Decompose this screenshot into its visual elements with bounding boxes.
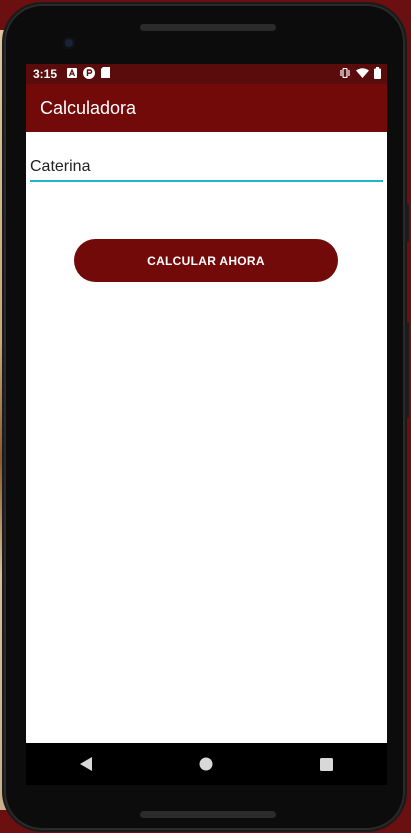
- back-icon: [80, 757, 93, 771]
- volume-button: [405, 204, 409, 242]
- nav-home-button[interactable]: [186, 744, 226, 784]
- nav-back-button[interactable]: [66, 744, 106, 784]
- power-button: [405, 322, 409, 418]
- wifi-icon: [356, 67, 369, 81]
- app-screen: 3:15 Calculadora CALC: [26, 64, 387, 784]
- app-title: Calculadora: [40, 97, 137, 118]
- sd-card-icon: [101, 67, 111, 81]
- status-time: 3:15: [33, 67, 58, 81]
- top-speaker: [140, 24, 276, 31]
- front-camera: [63, 37, 75, 49]
- recents-icon: [320, 757, 334, 771]
- navigation-bar: [26, 743, 387, 785]
- nav-recents-button[interactable]: [307, 744, 347, 784]
- status-bar: 3:15: [26, 64, 387, 84]
- name-input[interactable]: [30, 154, 383, 182]
- vibrate-icon: [339, 67, 351, 81]
- keyboard-a-icon: [67, 67, 78, 81]
- app-bar: Calculadora: [26, 84, 387, 132]
- calculate-now-button[interactable]: CALCULAR AHORA: [74, 239, 338, 282]
- pocket-p-icon: [83, 66, 96, 82]
- bottom-speaker: [140, 811, 276, 818]
- battery-icon: [374, 66, 381, 82]
- home-icon: [199, 757, 213, 771]
